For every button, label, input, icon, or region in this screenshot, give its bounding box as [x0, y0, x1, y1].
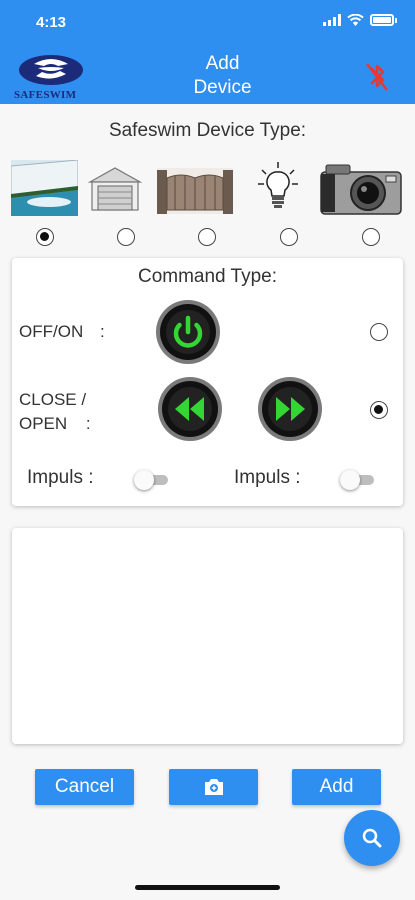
battery-tip [395, 17, 397, 23]
title-line-1: Add [205, 53, 240, 74]
battery-icon [370, 14, 394, 26]
device-radio-camera[interactable] [362, 228, 380, 246]
garage-door-icon[interactable] [88, 160, 142, 216]
close-open-radio[interactable] [370, 401, 388, 419]
impuls-toggle-right[interactable] [340, 469, 376, 490]
impuls-label-left: Impuls : [27, 467, 94, 488]
gate-icon[interactable] [155, 160, 235, 216]
search-icon [362, 828, 382, 848]
preview-area [12, 528, 403, 744]
close-open-text-1: CLOSE / [19, 390, 87, 409]
device-radio-light[interactable] [280, 228, 298, 246]
impuls-label-right: Impuls : [234, 467, 301, 488]
power-button[interactable] [155, 299, 221, 365]
logo-text: SAFESWIM [14, 89, 77, 101]
command-type-label: Command Type: [137, 266, 278, 287]
status-time: 4:13 [36, 14, 67, 31]
device-radio-garage[interactable] [117, 228, 135, 246]
title-line-2: Device [193, 77, 252, 98]
close-open-label: CLOSE / OPEN : [19, 388, 91, 436]
close-open-text-2: OPEN [19, 414, 68, 433]
app-header: 4:13 SAFESWIM Add Device [0, 0, 415, 104]
add-photo-icon [204, 779, 223, 795]
off-on-separator: : [99, 322, 105, 341]
signal-icon [323, 14, 341, 26]
pool-cover-icon[interactable] [11, 160, 78, 216]
camera-icon[interactable] [318, 160, 404, 216]
impuls-toggle-left[interactable] [134, 469, 170, 490]
page-title: Add Device [160, 52, 285, 100]
rewind-close-button[interactable] [157, 376, 223, 442]
photo-button[interactable] [169, 769, 258, 805]
cancel-button[interactable]: Cancel [35, 769, 134, 805]
forward-open-button[interactable] [257, 376, 323, 442]
wifi-icon [347, 14, 364, 26]
bluetooth-disabled-icon[interactable] [363, 58, 391, 94]
device-type-options [0, 160, 415, 246]
close-open-separator: : [85, 414, 91, 433]
off-on-radio[interactable] [370, 323, 388, 341]
home-indicator[interactable] [135, 885, 280, 890]
device-radio-gate[interactable] [198, 228, 216, 246]
status-icons [323, 14, 397, 26]
toggle-knob [340, 470, 360, 490]
light-bulb-icon[interactable] [255, 160, 301, 216]
device-radio-pool[interactable] [36, 228, 54, 246]
toggle-knob [134, 470, 154, 490]
search-fab[interactable] [344, 810, 400, 866]
command-type-card: Command Type: OFF/ON : CLOSE / OPEN : Im… [12, 258, 403, 506]
add-button[interactable]: Add [292, 769, 381, 805]
off-on-label: OFF/ON : [19, 320, 105, 344]
device-type-label: Safeswim Device Type: [108, 120, 307, 141]
off-on-text: OFF/ON [19, 322, 84, 341]
